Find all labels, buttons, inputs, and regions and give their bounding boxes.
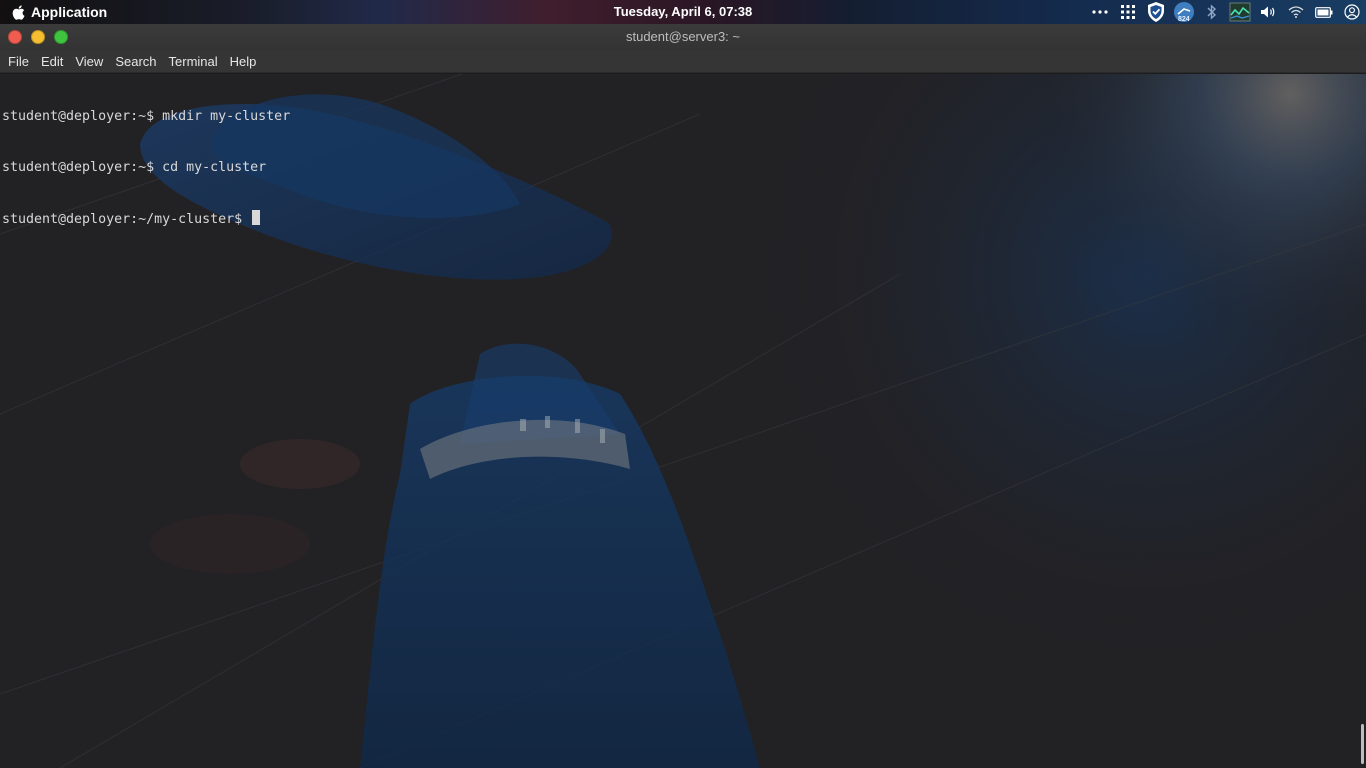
top-panel: Application Tuesday, April 6, 07:38 824: [0, 0, 1366, 24]
user-icon[interactable]: [1338, 0, 1366, 24]
terminal-prompt-line: student@deployer:~/my-cluster$: [2, 210, 290, 227]
battery-icon[interactable]: [1310, 0, 1338, 24]
bluetooth-icon[interactable]: [1198, 0, 1226, 24]
terminal-line: student@deployer:~$ cd my-cluster: [2, 160, 267, 175]
terminal-window: student@server3: ~ File Edit View Search…: [0, 24, 1366, 768]
desktop: Application Tuesday, April 6, 07:38 824 …: [0, 0, 1366, 768]
maximize-button[interactable]: [54, 30, 68, 44]
terminal-prompt: student@deployer:~/my-cluster$: [2, 212, 251, 227]
menu-bar: File Edit View Search Terminal Help: [0, 50, 1366, 73]
menu-help[interactable]: Help: [224, 50, 263, 73]
scrollbar[interactable]: [1361, 724, 1364, 764]
menu-view[interactable]: View: [69, 50, 109, 73]
system-tray: 824: [1086, 0, 1366, 24]
minimize-button[interactable]: [31, 30, 45, 44]
menu-terminal[interactable]: Terminal: [163, 50, 224, 73]
more-dots-icon[interactable]: [1086, 0, 1114, 24]
application-label: Application: [31, 4, 108, 20]
window-title: student@server3: ~: [625, 29, 740, 44]
wifi-icon[interactable]: [1282, 0, 1310, 24]
terminal-output-area[interactable]: student@deployer:~$ mkdir my-cluster stu…: [0, 74, 1366, 768]
shield-icon[interactable]: [1142, 0, 1170, 24]
clock[interactable]: Tuesday, April 6, 07:38: [614, 4, 752, 19]
menu-search[interactable]: Search: [109, 50, 162, 73]
volume-icon[interactable]: [1254, 0, 1282, 24]
terminal-line: student@deployer:~$ mkdir my-cluster: [2, 109, 291, 124]
text-cursor: [252, 210, 261, 225]
apple-icon: [12, 4, 25, 20]
menu-edit[interactable]: Edit: [35, 50, 69, 73]
application-menu[interactable]: Application: [12, 0, 107, 24]
close-button[interactable]: [8, 30, 22, 44]
network-monitor-icon[interactable]: 824: [1170, 0, 1198, 24]
title-bar[interactable]: student@server3: ~: [0, 24, 1366, 50]
menu-file[interactable]: File: [2, 50, 35, 73]
system-monitor-icon[interactable]: [1226, 0, 1254, 24]
terminal-text: student@deployer:~$ mkdir my-cluster stu…: [2, 74, 290, 261]
window-controls: [8, 30, 68, 44]
grid-icon[interactable]: [1114, 0, 1142, 24]
network-monitor-badge: 824: [1178, 16, 1190, 23]
